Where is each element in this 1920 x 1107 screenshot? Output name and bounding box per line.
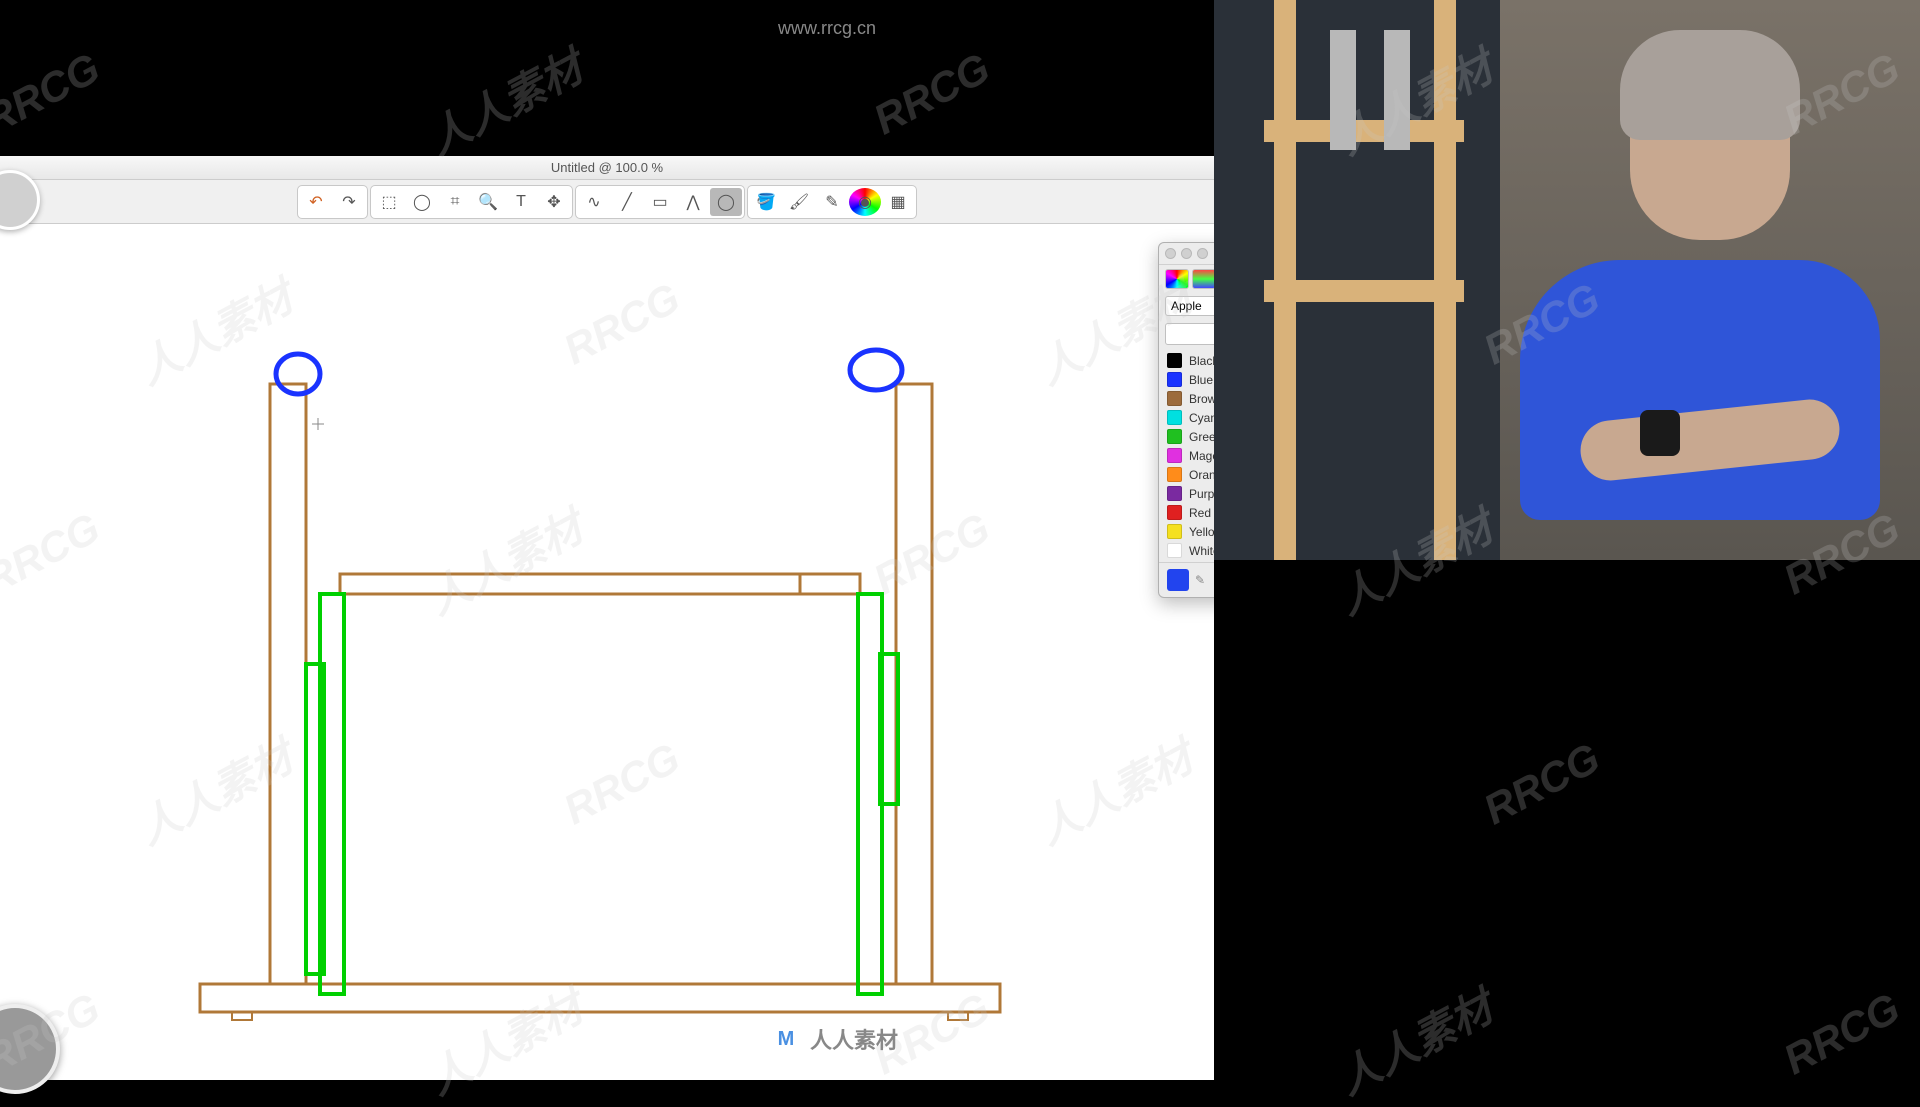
color-tool[interactable]: ◉ <box>849 188 881 216</box>
zoom-icon[interactable] <box>1197 248 1208 259</box>
color-swatch <box>1167 524 1182 539</box>
video-bottom-black <box>1214 560 1920 1080</box>
color-swatch <box>1167 505 1182 520</box>
color-name-label: Red <box>1189 506 1211 520</box>
color-wheel-tab[interactable] <box>1165 269 1189 289</box>
color-swatch <box>1167 391 1182 406</box>
color-swatch <box>1167 467 1182 482</box>
drawing-canvas[interactable] <box>0 224 1214 1080</box>
text-tool[interactable]: T <box>505 188 537 216</box>
color-swatch <box>1167 372 1182 387</box>
video-top-black: www.rrcg.cn <box>0 0 1214 156</box>
color-sliders-tab[interactable] <box>1192 269 1216 289</box>
close-icon[interactable] <box>1165 248 1176 259</box>
color-swatch <box>1167 353 1182 368</box>
toolbar-select: ⬚ ◯ ⌗ 🔍 T ✥ <box>370 185 573 219</box>
presenter <box>1500 0 1920 560</box>
easel-structure <box>1234 0 1514 560</box>
color-swatch <box>1167 429 1182 444</box>
lasso-tool[interactable]: ◯ <box>406 188 438 216</box>
redo-button[interactable]: ↷ <box>333 188 365 216</box>
minimize-icon[interactable] <box>1181 248 1192 259</box>
toolbar-shapes: ∿ ╱ ▭ ⋀ ◯ <box>575 185 745 219</box>
fill-tool[interactable]: 🪣 <box>750 188 782 216</box>
window-title-bar[interactable]: Untitled @ 100.0 % <box>0 156 1214 180</box>
eyedropper-icon[interactable]: ✎ <box>1195 573 1205 587</box>
color-name-label: Blue <box>1189 373 1213 387</box>
color-swatch <box>1167 543 1182 558</box>
color-name-label: Cyan <box>1189 411 1217 425</box>
polyline-tool[interactable]: ⋀ <box>677 188 709 216</box>
color-swatch <box>1167 448 1182 463</box>
rectangle-tool[interactable]: ▭ <box>644 188 676 216</box>
move-tool[interactable]: ✥ <box>538 188 570 216</box>
toolbar: ↶ ↷ ⬚ ◯ ⌗ 🔍 T ✥ ∿ ╱ ▭ ⋀ ◯ 🪣 🖌 ✎ ◉ ▦ <box>0 180 1214 224</box>
ellipse-tool[interactable]: ◯ <box>710 188 742 216</box>
swatches-tool[interactable]: ▦ <box>882 188 914 216</box>
toolbar-history: ↶ ↷ <box>297 185 368 219</box>
color-swatch <box>1167 486 1182 501</box>
brush-tool[interactable]: 🖌 <box>783 188 815 216</box>
selected-color-swatch <box>1167 569 1189 591</box>
presenter-video <box>1214 0 1920 560</box>
rect-select-tool[interactable]: ⬚ <box>373 188 405 216</box>
undo-button[interactable]: ↶ <box>300 188 332 216</box>
line-tool[interactable]: ╱ <box>611 188 643 216</box>
url-watermark: www.rrcg.cn <box>778 18 876 39</box>
toolbar-paint: 🪣 🖌 ✎ ◉ ▦ <box>747 185 917 219</box>
color-swatch <box>1167 410 1182 425</box>
zoom-tool[interactable]: 🔍 <box>472 188 504 216</box>
pencil-tool[interactable]: ✎ <box>816 188 848 216</box>
drawing-app-window: Untitled @ 100.0 % ↶ ↷ ⬚ ◯ ⌗ 🔍 T ✥ ∿ ╱ ▭… <box>0 156 1214 1080</box>
crop-tool[interactable]: ⌗ <box>439 188 471 216</box>
freehand-tool[interactable]: ∿ <box>578 188 610 216</box>
window-title: Untitled @ 100.0 % <box>551 160 663 175</box>
